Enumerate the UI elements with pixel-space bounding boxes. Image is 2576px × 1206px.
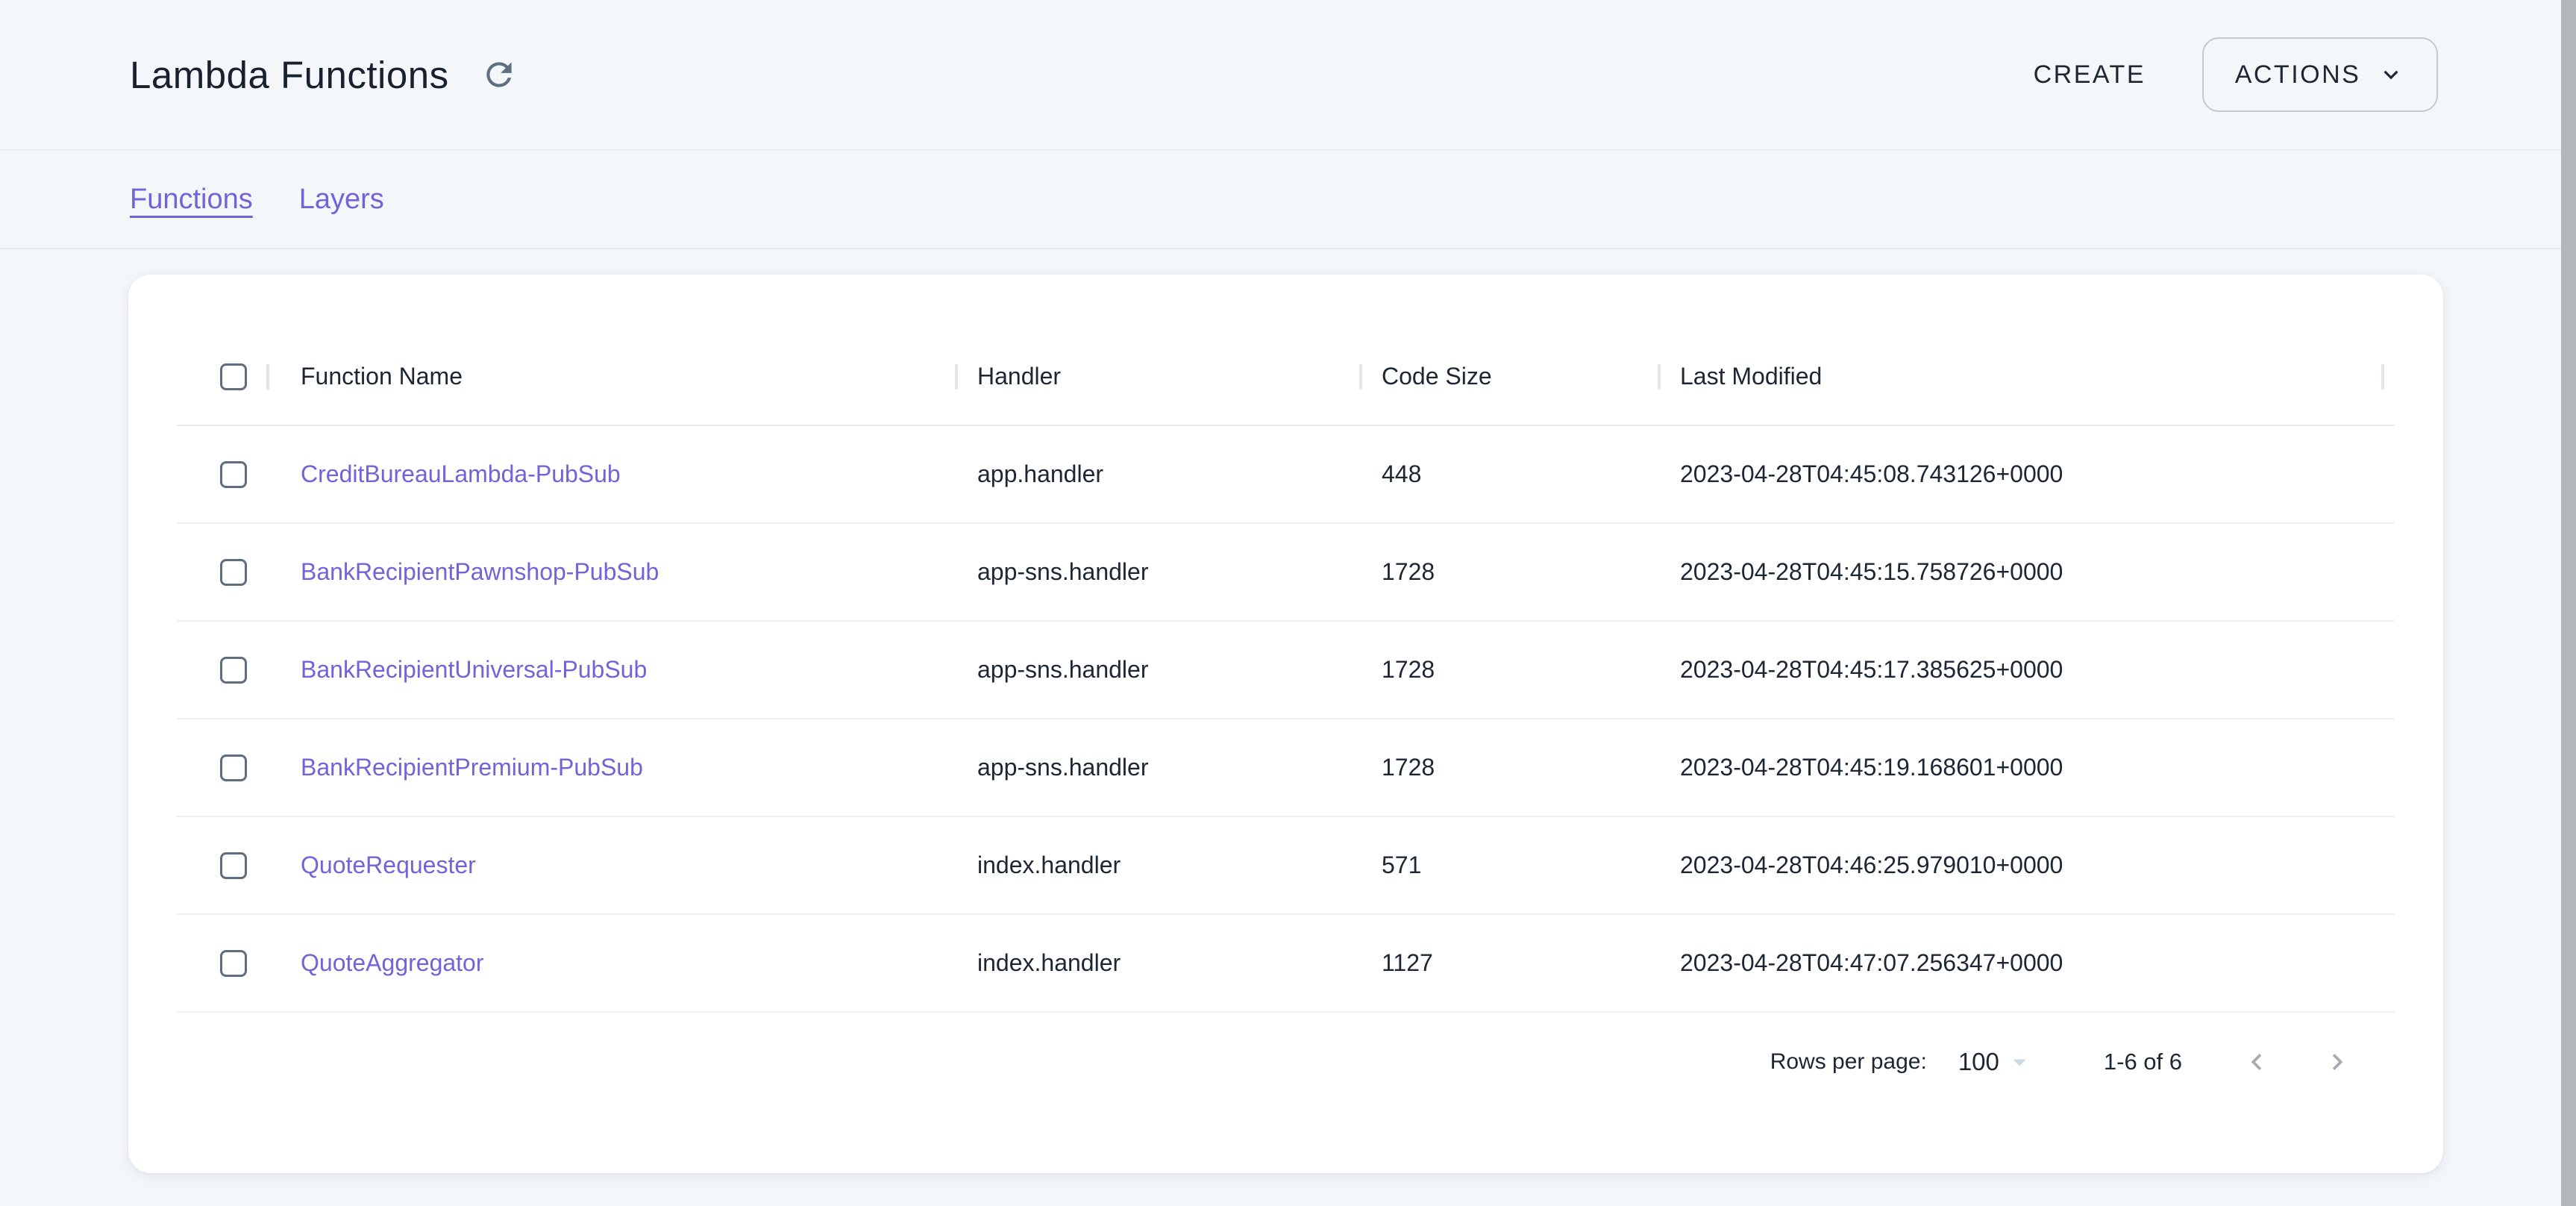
table-row: BankRecipientPremium-PubSub app-sns.handl… <box>177 719 2395 817</box>
column-header-code-size[interactable]: Code Size <box>1359 363 1658 390</box>
handler-cell: index.handler <box>955 852 1359 879</box>
handler-cell: index.handler <box>955 949 1359 977</box>
code-size-cell: 1728 <box>1359 558 1658 586</box>
actions-button[interactable]: ACTIONS <box>2202 37 2438 112</box>
function-name-link[interactable]: BankRecipientUniversal-PubSub <box>301 656 647 683</box>
tab-functions[interactable]: Functions <box>130 184 253 216</box>
table-row: QuoteAggregator index.handler11272023-04-… <box>177 915 2395 1013</box>
row-checkbox[interactable] <box>220 461 247 488</box>
last-modified-cell: 2023-04-28T04:45:15.758726+0000 <box>1658 558 2395 586</box>
column-header-handler[interactable]: Handler <box>955 363 1359 390</box>
last-modified-cell: 2023-04-28T04:47:07.256347+0000 <box>1658 949 2395 977</box>
code-size-cell: 1728 <box>1359 754 1658 781</box>
select-all-checkbox[interactable] <box>220 363 247 390</box>
handler-cell: app-sns.handler <box>955 656 1359 684</box>
table-body: CreditBureauLambda-PubSubapp.handler4482… <box>177 426 2395 1013</box>
column-header-last-modified[interactable]: Last Modified <box>1658 363 2395 390</box>
pagination-bar: Rows per page: 100 1-6 of 6 <box>177 1013 2395 1111</box>
row-checkbox[interactable] <box>220 754 247 781</box>
row-checkbox[interactable] <box>220 559 247 586</box>
function-name-link[interactable]: QuoteRequester <box>301 852 476 878</box>
handler-cell: app-sns.handler <box>955 754 1359 781</box>
row-checkbox[interactable] <box>220 852 247 879</box>
refresh-button[interactable] <box>473 49 525 101</box>
rows-per-page-select[interactable]: 100 <box>1958 1046 2035 1078</box>
tabs-bar: Functions Layers <box>0 151 2576 249</box>
page-header: Lambda Functions CREATE ACTIONS <box>0 0 2576 151</box>
function-name-link[interactable]: QuoteAggregator <box>301 949 484 976</box>
page-title: Lambda Functions <box>130 53 449 97</box>
create-button[interactable]: CREATE <box>2026 46 2153 104</box>
chevron-right-icon <box>2321 1046 2354 1078</box>
code-size-cell: 1728 <box>1359 656 1658 684</box>
table-row: BankRecipientPawnshop-PubSub app-sns.hand… <box>177 524 2395 622</box>
handler-cell: app-sns.handler <box>955 558 1359 586</box>
table-row: BankRecipientUniversal-PubSub app-sns.han… <box>177 622 2395 719</box>
chevron-left-icon <box>2240 1046 2273 1078</box>
code-size-cell: 571 <box>1359 852 1658 879</box>
last-modified-cell: 2023-04-28T04:45:17.385625+0000 <box>1658 656 2395 684</box>
previous-page-button[interactable] <box>2236 1041 2278 1083</box>
rows-per-page-label: Rows per page: <box>1770 1049 1927 1075</box>
actions-button-label: ACTIONS <box>2235 60 2361 90</box>
function-name-link[interactable]: CreditBureauLambda-PubSub <box>301 460 621 487</box>
handler-cell: app.handler <box>955 460 1359 488</box>
table-row: CreditBureauLambda-PubSub app.handler4482… <box>177 426 2395 524</box>
last-modified-cell: 2023-04-28T04:45:19.168601+0000 <box>1658 754 2395 781</box>
vertical-scrollbar[interactable] <box>2561 0 2576 1206</box>
function-name-link[interactable]: BankRecipientPawnshop-PubSub <box>301 558 659 585</box>
column-header-function-name[interactable]: Function Name <box>266 363 955 390</box>
code-size-cell: 1127 <box>1359 949 1658 977</box>
functions-card: Function Name Handler Code Size Last Mod… <box>128 275 2443 1173</box>
last-modified-cell: 2023-04-28T04:46:25.979010+0000 <box>1658 852 2395 879</box>
last-modified-cell: 2023-04-28T04:45:08.743126+0000 <box>1658 460 2395 488</box>
row-checkbox[interactable] <box>220 950 247 977</box>
column-separator <box>2381 364 2384 390</box>
function-name-link[interactable]: BankRecipientPremium-PubSub <box>301 754 643 781</box>
pagination-range: 1-6 of 6 <box>2104 1049 2182 1075</box>
table-header-row: Function Name Handler Code Size Last Mod… <box>177 328 2395 426</box>
tab-layers[interactable]: Layers <box>299 184 384 216</box>
rows-per-page-value: 100 <box>1958 1048 1999 1076</box>
row-checkbox[interactable] <box>220 657 247 684</box>
chevron-down-icon <box>2377 60 2405 89</box>
refresh-icon <box>480 56 518 93</box>
code-size-cell: 448 <box>1359 460 1658 488</box>
arrow-drop-down-icon <box>2004 1046 2035 1078</box>
table-row: QuoteRequester index.handler5712023-04-28… <box>177 817 2395 915</box>
next-page-button[interactable] <box>2316 1041 2358 1083</box>
main-content: Function Name Handler Code Size Last Mod… <box>0 249 2576 1173</box>
functions-table: Function Name Handler Code Size Last Mod… <box>177 328 2395 1111</box>
